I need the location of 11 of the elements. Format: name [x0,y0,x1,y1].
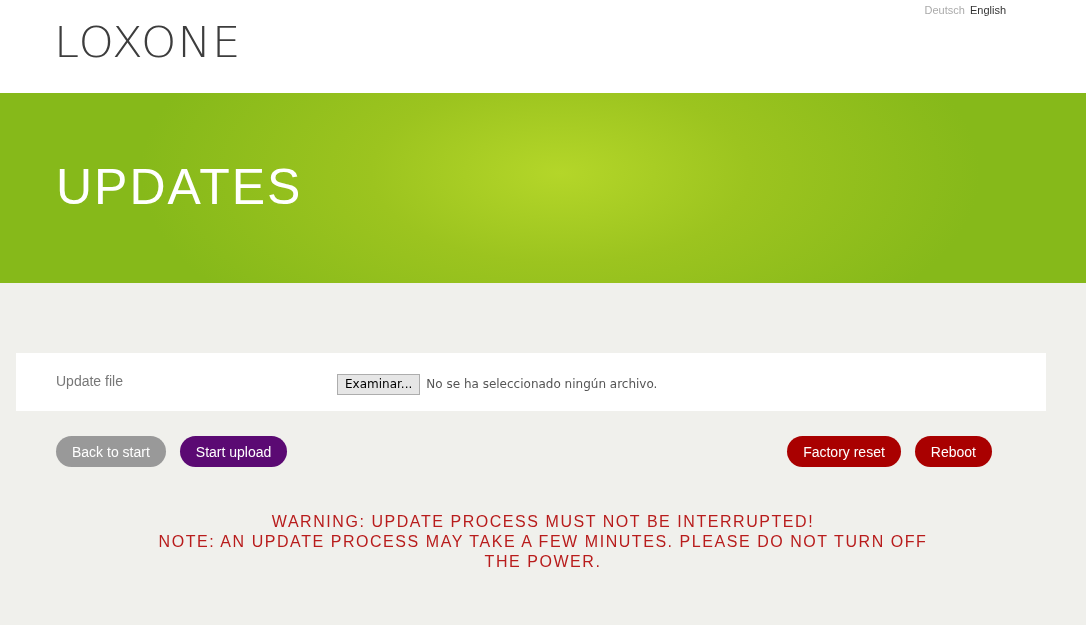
field-label: Update file [56,372,124,389]
warning-text: NOTE: AN UPDATE PROCESS MAY TAKE A FEW MINUTES. PLEASE DO NOT TURN OFF THE POWER. [157,532,929,572]
file-status: No se ha seleccionado ningún archivo. [426,377,658,391]
action-button[interactable]: Start upload [179,436,288,467]
warning-text: WARNING: UPDATE PROCESS MUST NOT BE INTERRUPTED! [270,512,816,532]
browse-button[interactable]: Examinar... [337,373,421,395]
action-button[interactable]: Factory reset [787,436,901,467]
loxone-logo: LOXONE [54,21,242,64]
language-link[interactable]: English [969,4,1006,16]
page-title: UPDATES [56,157,303,217]
action-button[interactable]: Reboot [914,436,992,467]
